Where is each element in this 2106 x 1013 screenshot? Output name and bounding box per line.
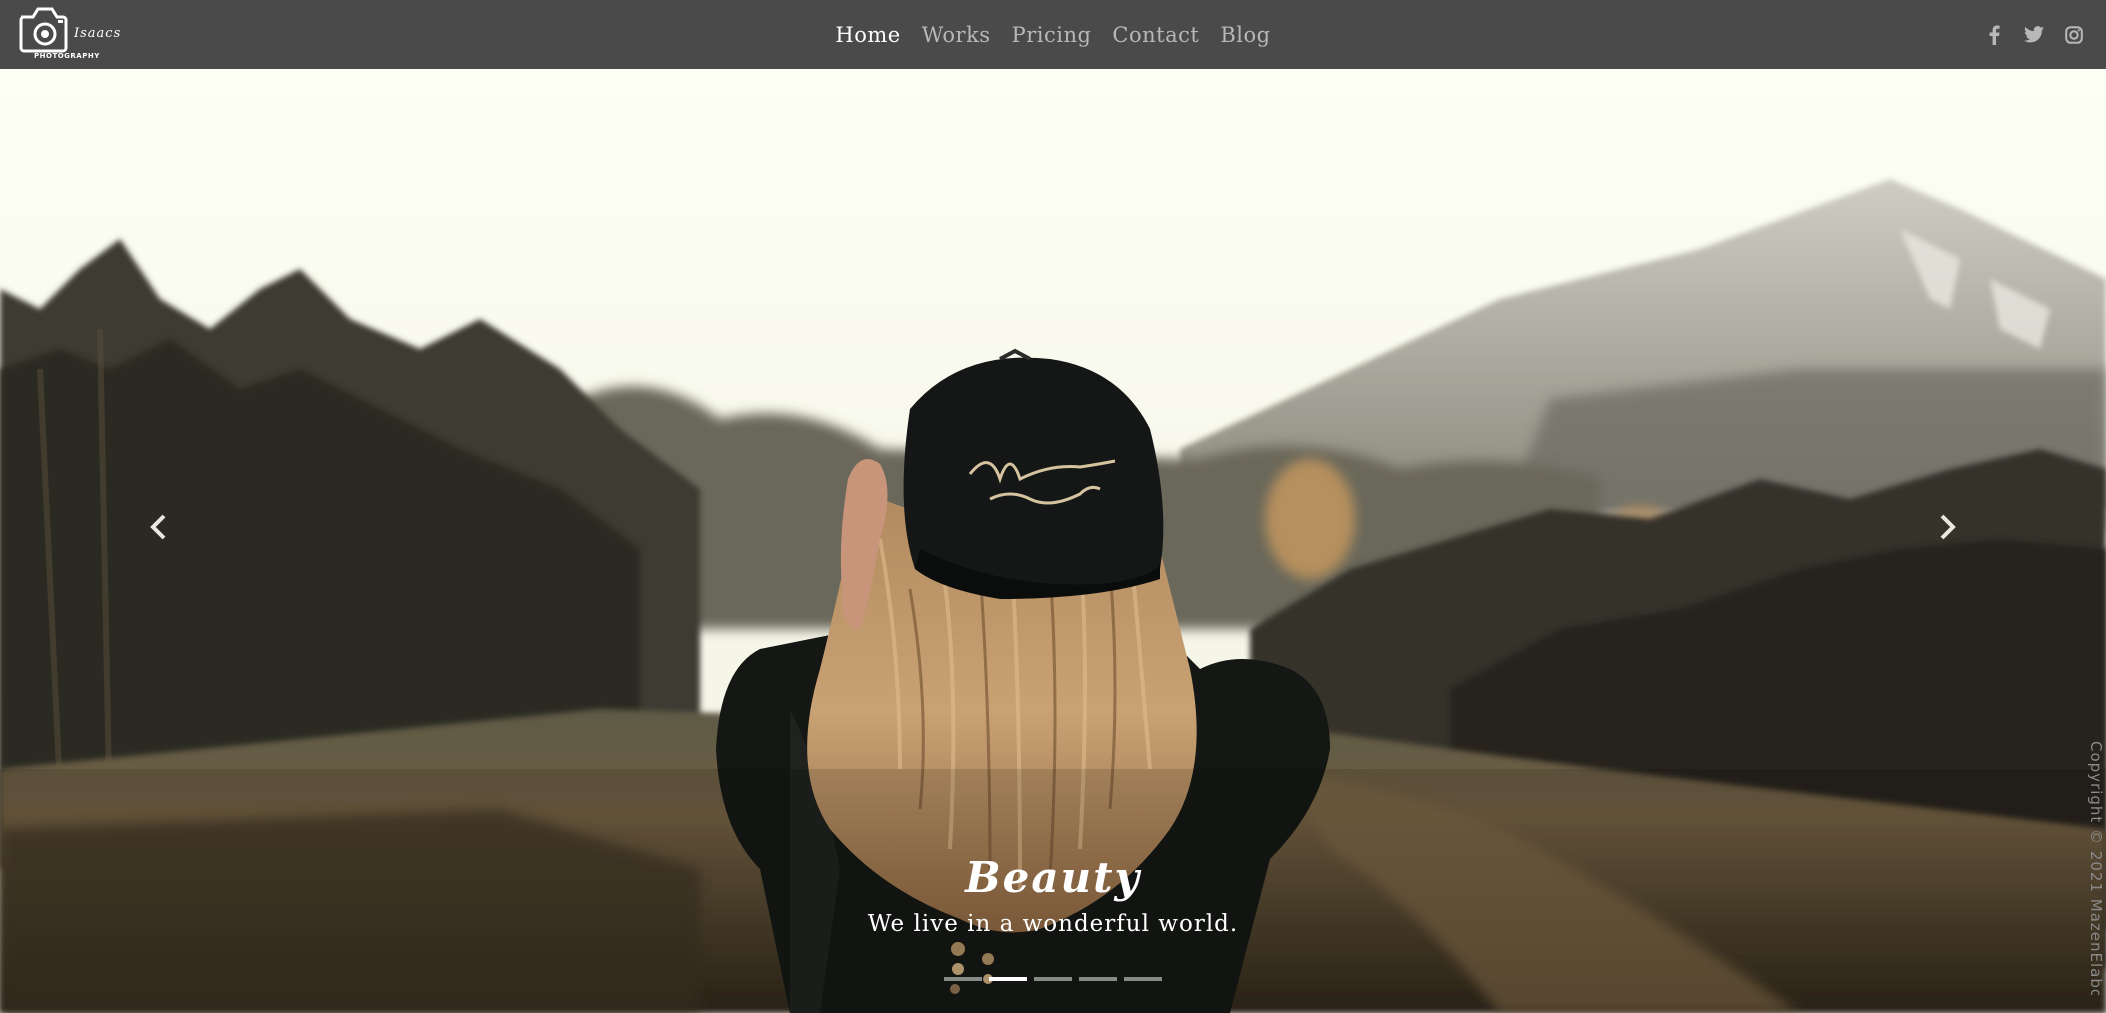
chevron-left-icon [150, 514, 166, 540]
nav-blog[interactable]: Blog [1220, 23, 1270, 47]
main-nav: Home Works Pricing Contact Blog [0, 0, 2106, 69]
social-links [1984, 0, 2084, 69]
carousel-indicator-2[interactable] [989, 977, 1027, 981]
chevron-right-icon [1940, 514, 1956, 540]
navbar: Isaacs PHOTOGRAPHY Home Works Pricing Co… [0, 0, 2106, 69]
page: Isaacs PHOTOGRAPHY Home Works Pricing Co… [0, 0, 2106, 1013]
carousel-indicator-4[interactable] [1079, 977, 1117, 981]
carousel-indicator-1[interactable] [944, 977, 982, 981]
carousel-indicator-5[interactable] [1124, 977, 1162, 981]
brand-script: Isaacs [74, 26, 122, 41]
carousel-next-button[interactable] [1918, 487, 1978, 567]
copyright-text: Copyright © 2021 MazenElabd [2087, 741, 2105, 995]
facebook-icon[interactable] [1984, 25, 2004, 45]
carousel-indicators [0, 977, 2106, 981]
brand-tagline: PHOTOGRAPHY [34, 52, 100, 60]
instagram-icon[interactable] [2064, 25, 2084, 45]
copyright-text-wrapper: Copyright © 2021 MazenElabd [2086, 741, 2106, 995]
slide-caption-title: Beauty [965, 853, 1141, 902]
twitter-icon[interactable] [2024, 25, 2044, 45]
brand-logo[interactable]: Isaacs PHOTOGRAPHY [18, 4, 120, 64]
nav-home[interactable]: Home [835, 23, 900, 47]
nav-pricing[interactable]: Pricing [1012, 23, 1092, 47]
nav-works[interactable]: Works [922, 23, 991, 47]
slide-caption-subtitle: We live in a wonderful world. [867, 911, 1239, 937]
carousel-prev-button[interactable] [128, 487, 188, 567]
carousel-indicator-3[interactable] [1034, 977, 1072, 981]
nav-contact[interactable]: Contact [1112, 23, 1199, 47]
hero-carousel: Beauty We live in a wonderful world. [0, 69, 2106, 1013]
